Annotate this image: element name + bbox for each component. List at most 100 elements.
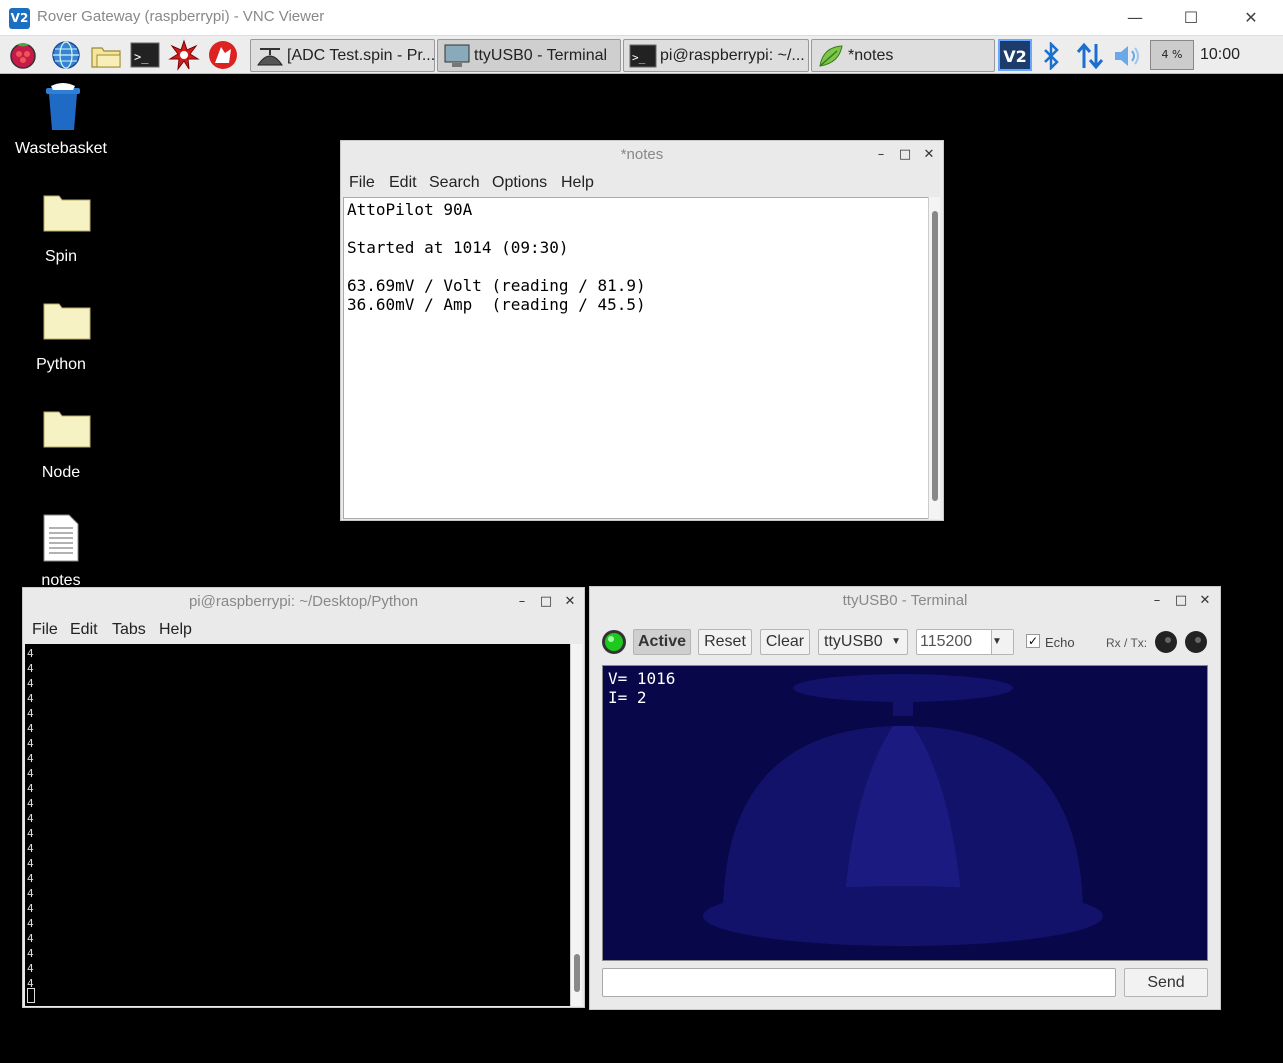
svg-text:>_: >_ [134, 50, 149, 64]
send-text-input[interactable] [602, 968, 1116, 997]
menu-edit[interactable]: Edit [70, 621, 98, 639]
rxtx-label: Rx / Tx: [1106, 636, 1148, 650]
folder-icon [43, 411, 91, 448]
propeller-icon [257, 48, 283, 66]
desktop-icon-label: Python [36, 356, 86, 373]
desktop-icon-label: Wastebasket [15, 140, 107, 157]
ttyusb0-terminal-window: ttyUSB0 - Terminal – □ ✕ Active Reset Cl… [589, 586, 1221, 1010]
chevron-down-icon: ▼ [991, 630, 1013, 654]
menu-options[interactable]: Options [492, 174, 547, 192]
vnc-close-button[interactable]: ✕ [1228, 4, 1274, 32]
vnc-minimize-button[interactable]: — [1112, 4, 1158, 32]
desktop-icon-wastebasket[interactable]: Wastebasket [6, 80, 116, 160]
clear-button[interactable]: Clear [760, 629, 810, 655]
menu-help[interactable]: Help [159, 621, 192, 639]
chevron-down-icon: ▼ [891, 636, 901, 647]
task-ttyusb0-terminal[interactable]: ttyUSB0 - Terminal [437, 39, 621, 72]
menu-file[interactable]: File [349, 174, 375, 192]
taskbar: >_ [ADC Test.spin - Pr... ttyUSB0 - Term… [0, 36, 1283, 74]
menu-search[interactable]: Search [429, 174, 480, 192]
baud-select-value: 115200 [920, 633, 973, 650]
python-terminal-output[interactable]: 4 4 4 4 4 4 4 4 4 4 4 4 4 4 4 4 4 4 4 4 … [25, 644, 570, 1006]
send-button[interactable]: Send [1124, 968, 1208, 997]
baud-select[interactable]: 115200 ▼ [916, 629, 1014, 655]
menu-edit[interactable]: Edit [389, 174, 417, 192]
terminal-cursor [27, 988, 35, 1003]
raspberry-icon[interactable] [7, 39, 39, 71]
svg-text:>_: >_ [632, 51, 646, 64]
terminal-icon: >_ [629, 44, 657, 68]
desktop-icon-label: Spin [44, 248, 78, 265]
text-file-icon [43, 514, 79, 562]
tty-output-text: V= 1016 I= 2 [608, 669, 676, 707]
reset-button[interactable]: Reset [698, 629, 752, 655]
vnc-titlebar: V2 Rover Gateway (raspberrypi) - VNC Vie… [0, 0, 1283, 36]
vnc-tray-icon[interactable]: V2 [998, 39, 1032, 71]
wolfram-icon[interactable] [207, 39, 239, 71]
tty-maximize-button[interactable]: □ [1172, 592, 1190, 610]
propeller-hat-watermark-icon [703, 674, 1103, 946]
python-menubar: File Edit Tabs Help [23, 617, 584, 645]
desktop-icon-label: Node [41, 464, 81, 481]
echo-checkbox[interactable]: ✓ [1026, 634, 1040, 648]
folder-icon [43, 303, 91, 340]
menu-help[interactable]: Help [561, 174, 594, 192]
vnc-logo-icon: V2 [9, 8, 30, 29]
notes-minimize-button[interactable]: – [872, 146, 890, 164]
task-label: pi@raspberrypi: ~/... [660, 47, 805, 64]
task-adc-test-spin[interactable]: [ADC Test.spin - Pr... [250, 39, 435, 72]
python-scrollbar[interactable] [570, 644, 582, 1006]
python-maximize-button[interactable]: □ [537, 593, 555, 611]
notes-window: *notes – □ ✕ File Edit Search Options He… [340, 140, 944, 521]
globe-icon[interactable] [50, 39, 82, 71]
ttyusb0-titlebar[interactable]: ttyUSB0 - Terminal [590, 587, 1220, 615]
desktop-icon-python[interactable]: Python [6, 296, 116, 376]
task-pi-terminal[interactable]: >_ pi@raspberrypi: ~/... [623, 39, 809, 72]
port-select-value: ttyUSB0 [824, 633, 883, 650]
terminal-icon[interactable]: >_ [129, 39, 161, 71]
cpu-usage-indicator: 4 % [1150, 40, 1194, 70]
tx-led-icon [1185, 631, 1207, 653]
notes-scrollbar-thumb[interactable] [932, 211, 938, 501]
menu-file[interactable]: File [32, 621, 58, 639]
python-scrollbar-thumb[interactable] [574, 954, 580, 992]
trash-icon [46, 83, 80, 130]
notes-scrollbar[interactable] [928, 197, 940, 519]
folder-icon [43, 195, 91, 232]
terminal-output-text: 4 4 4 4 4 4 4 4 4 4 4 4 4 4 4 4 4 4 4 4 … [27, 647, 34, 990]
echo-label: Echo [1045, 635, 1075, 650]
python-terminal-window: pi@raspberrypi: ~/Desktop/Python – □ ✕ F… [22, 587, 585, 1008]
tty-output-screen[interactable]: V= 1016 I= 2 [602, 665, 1208, 961]
desktop-icon-node[interactable]: Node [6, 404, 116, 484]
vnc-maximize-button[interactable]: ☐ [1168, 4, 1214, 32]
task-label: [ADC Test.spin - Pr... [287, 47, 435, 64]
burst-icon[interactable] [168, 39, 200, 71]
tty-close-button[interactable]: ✕ [1196, 592, 1214, 610]
vnc-window-title: Rover Gateway (raspberrypi) - VNC Viewer [37, 8, 325, 25]
rx-led-icon [1155, 631, 1177, 653]
leaf-editor-icon [819, 45, 843, 67]
tty-minimize-button[interactable]: – [1148, 592, 1166, 610]
notes-maximize-button[interactable]: □ [896, 146, 914, 164]
desktop-icon-spin[interactable]: Spin [6, 188, 116, 268]
port-select[interactable]: ttyUSB0 ▼ [818, 629, 908, 655]
desktop-icon-notes[interactable]: notes [6, 512, 116, 589]
task-label: *notes [848, 47, 894, 64]
notes-titlebar[interactable]: *notes [341, 141, 943, 169]
python-close-button[interactable]: ✕ [561, 593, 579, 611]
python-terminal-titlebar[interactable]: pi@raspberrypi: ~/Desktop/Python [23, 588, 584, 616]
notes-menubar: File Edit Search Options Help [341, 170, 943, 198]
notes-close-button[interactable]: ✕ [920, 146, 938, 164]
file-manager-icon[interactable] [90, 39, 122, 71]
clock: 10:00 [1200, 46, 1241, 63]
menu-tabs[interactable]: Tabs [112, 621, 146, 639]
network-icon[interactable] [1075, 42, 1105, 70]
python-minimize-button[interactable]: – [513, 593, 531, 611]
active-led-icon [602, 630, 626, 654]
task-notes[interactable]: *notes [811, 39, 995, 72]
volume-icon[interactable] [1112, 42, 1142, 70]
active-toggle-button[interactable]: Active [633, 629, 691, 655]
monitor-icon [444, 44, 470, 67]
bluetooth-icon[interactable] [1040, 42, 1062, 70]
notes-text-area[interactable]: AttoPilot 90A Started at 1014 (09:30) 63… [343, 197, 930, 519]
